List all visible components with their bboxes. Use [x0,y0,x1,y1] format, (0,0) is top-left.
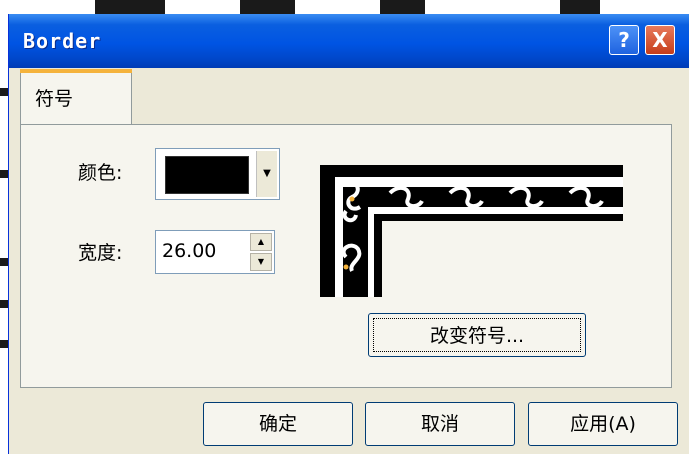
width-value[interactable]: 26.00 [162,240,216,262]
apply-label: 应用(A) [570,413,636,435]
change-symbol-label: 改变符号... [429,325,525,347]
width-spinbox[interactable]: 26.00 ▲ ▼ [155,230,275,274]
close-icon: X [652,28,668,52]
border-preview [320,165,623,297]
background-tick [0,258,8,266]
background-strip [240,0,295,14]
celtic-knot-border-icon [320,165,623,297]
color-picker[interactable]: ▼ [155,148,280,200]
width-label: 宽度: [78,242,123,264]
title-bar[interactable]: Border ? X [9,14,689,68]
close-button[interactable]: X [645,25,675,55]
color-dropdown-button[interactable]: ▼ [256,151,277,197]
color-label: 颜色: [78,162,123,184]
background-tick [0,170,8,178]
change-symbol-button[interactable]: 改变符号... [368,313,586,357]
background-tick [0,340,8,348]
background-tick [0,300,8,308]
background-strip [560,0,600,14]
arrow-down-icon: ▼ [257,257,265,266]
arrow-up-icon: ▲ [257,237,265,246]
background-strip [95,0,165,14]
background-tick [0,88,8,96]
spin-down-button[interactable]: ▼ [250,253,272,271]
question-mark-icon: ? [618,28,630,52]
help-button[interactable]: ? [609,25,639,55]
cancel-label: 取消 [420,413,459,435]
spin-up-button[interactable]: ▲ [250,233,272,251]
chevron-down-icon: ▼ [263,168,271,179]
background-strip [380,0,425,14]
ok-label: 确定 [258,413,297,435]
ok-button[interactable]: 确定 [203,402,353,446]
focus-rect: 改变符号... [373,318,581,352]
color-swatch [165,156,249,194]
width-spin-buttons: ▲ ▼ [250,233,272,271]
apply-button[interactable]: 应用(A) [528,402,678,446]
cancel-button[interactable]: 取消 [365,402,515,446]
tab-symbol-label: 符号 [35,88,74,110]
tab-symbol[interactable]: 符号 [20,69,132,125]
window-title: Border [23,29,102,53]
